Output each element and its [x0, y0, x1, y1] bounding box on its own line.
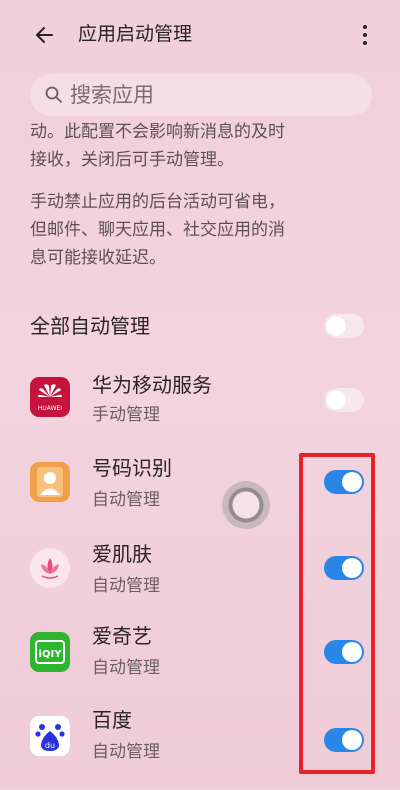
baidu-wordmark: du: [45, 741, 55, 750]
all-auto-manage-toggle[interactable]: [324, 314, 364, 338]
huawei-wordmark: HUAWEI: [38, 405, 62, 412]
app-name: 号码识别: [92, 456, 172, 480]
description-line: 但邮件、聊天应用、社交应用的消: [30, 220, 285, 240]
huawei-icon: HUAWEI: [30, 377, 70, 417]
search-placeholder: 搜索应用: [70, 83, 154, 107]
app-bar: 应用启动管理: [0, 0, 400, 70]
floating-assist-button[interactable]: [222, 481, 270, 529]
app-status: 手动管理: [92, 405, 160, 425]
back-arrow-icon[interactable]: [30, 20, 60, 50]
app-name: 华为移动服务: [92, 373, 212, 397]
app-name: 爱肌肤: [92, 542, 152, 566]
app-status: 自动管理: [92, 658, 160, 678]
description-line: 接收，关闭后可手动管理。: [30, 150, 234, 170]
app-name: 百度: [92, 708, 132, 732]
description-line: 息可能接收延迟。: [30, 248, 166, 268]
contact-id-icon: [30, 462, 70, 502]
toggle-knob: [326, 316, 346, 336]
iqiyi-icon: iQIY: [30, 632, 70, 672]
toggle-knob: [326, 390, 346, 410]
search-icon: [44, 85, 64, 105]
highlight-box: [299, 453, 375, 774]
app-status: 自动管理: [92, 576, 160, 596]
description-line: 动。此配置不会影响新消息的及时: [30, 122, 285, 142]
skincare-lotus-icon: [30, 548, 70, 588]
all-auto-manage-label: 全部自动管理: [30, 314, 150, 338]
app-status: 自动管理: [92, 490, 160, 510]
baidu-paw-icon: du: [30, 716, 70, 756]
app-status: 自动管理: [92, 742, 160, 762]
more-options-icon[interactable]: [356, 20, 374, 50]
list-item: HUAWEI 华为移动服务 手动管理: [0, 360, 400, 446]
iqiyi-wordmark: iQIY: [39, 649, 63, 660]
app-name: 爱奇艺: [92, 624, 152, 648]
description-line: 手动禁止应用的后台活动可省电，: [30, 192, 285, 212]
app-toggle-huawei[interactable]: [324, 388, 364, 412]
search-input[interactable]: 搜索应用: [30, 74, 372, 116]
page-title: 应用启动管理: [78, 23, 193, 45]
